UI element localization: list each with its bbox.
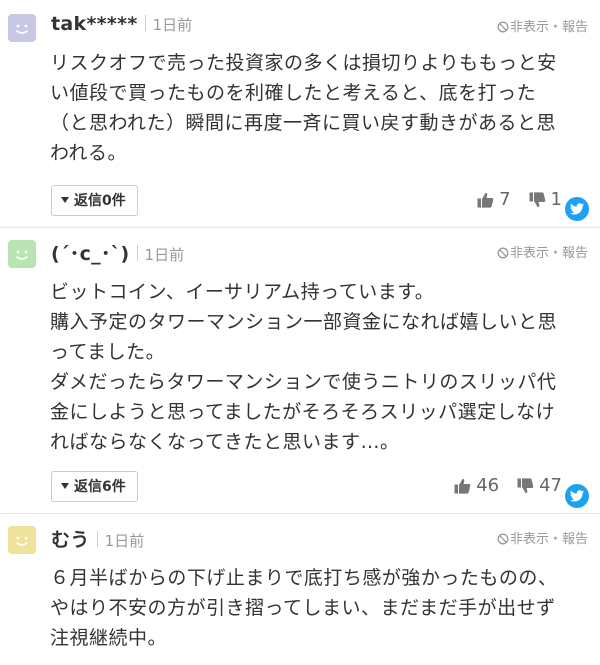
- comment-body: ビットコイン、イーサリアム持っています。 購入予定のタワーマンション一部資金にな…: [50, 277, 590, 457]
- smiley-avatar-icon: [8, 240, 36, 268]
- like-button[interactable]: 46: [454, 475, 499, 496]
- like-button[interactable]: 7: [477, 189, 511, 210]
- timestamp: 1日前: [144, 246, 185, 264]
- vote-bar: 71: [459, 189, 562, 210]
- hide-link[interactable]: 非表示: [510, 532, 549, 547]
- comment-author[interactable]: (´･c_･`) 1日前: [51, 239, 184, 266]
- report-menu: 非表示・報告: [497, 528, 588, 547]
- twitter-share-button[interactable]: [565, 484, 589, 508]
- caret-down-icon: [61, 197, 69, 203]
- dislike-count: 47: [539, 475, 562, 496]
- thumbs-down-icon: [529, 192, 545, 208]
- thumbs-down-icon: [517, 478, 534, 494]
- comment-line: い値段で買ったものを利確したと考えると、底を打った: [50, 82, 537, 104]
- twitter-share-button[interactable]: [565, 197, 589, 221]
- comment-item: tak***** 1日前 非表示・報告 リスクオフで売った投資家の多くは損切りより…: [0, 13, 600, 221]
- comment-line: 注視継続中。: [50, 627, 168, 649]
- reply-toggle-button[interactable]: 返信0件: [51, 185, 138, 216]
- comment-line: リスクオフで売った投資家の多くは損切りよりももっと安: [50, 52, 557, 74]
- timestamp: 1日前: [152, 16, 193, 34]
- dot-separator: ・: [548, 246, 562, 261]
- caret-down-icon: [61, 483, 69, 489]
- dislike-count: 1: [550, 189, 562, 210]
- dislike-button[interactable]: 47: [517, 475, 562, 496]
- divider: [96, 531, 98, 547]
- comment-line: ビットコイン、イーサリアム持っています。: [50, 281, 435, 303]
- timestamp: 1日前: [104, 532, 145, 550]
- comment-line: ダメだったらタワーマンションで使うニトリのスリッパ代: [50, 371, 557, 393]
- hide-link[interactable]: 非表示: [510, 20, 549, 35]
- dislike-button[interactable]: 1: [529, 189, 562, 210]
- comment-line: ってました。: [50, 341, 166, 363]
- comment-line: 購入予定のタワーマンション一部資金になれば嬉しいと思: [50, 311, 558, 333]
- comment-item: (´･c_･`) 1日前 非表示・報告 ビットコイン、イーサリアム持っています。 …: [0, 239, 600, 508]
- comment-line: （と思われた）瞬間に再度一斉に買い戻す動きがあると思: [50, 112, 557, 134]
- twitter-bird-icon: [570, 490, 584, 502]
- comment-line: やはり不安の方が引き摺ってしまい、まだまだ手が出せず: [50, 597, 556, 619]
- divider: [136, 245, 138, 261]
- comment-divider: [0, 227, 600, 228]
- username[interactable]: むう: [51, 529, 90, 551]
- comment-line: われる。: [50, 142, 128, 164]
- twitter-bird-icon: [570, 203, 584, 215]
- prohibited-icon: [497, 21, 509, 33]
- comment-author[interactable]: むう 1日前: [51, 525, 144, 552]
- comment-line: ６月半ばからの下げ止まりで底打ち感が強かったものの、: [50, 567, 558, 589]
- username[interactable]: tak*****: [51, 13, 138, 35]
- comment-item: むう 1日前 非表示・報告 ６月半ばからの下げ止まりで底打ち感が強かったものの、 …: [0, 526, 600, 665]
- like-count: 46: [476, 475, 500, 496]
- dot-separator: ・: [548, 532, 562, 547]
- dot-separator: ・: [548, 20, 562, 35]
- reply-count: 返信0件: [74, 193, 126, 209]
- smiley-avatar-icon: [8, 14, 36, 42]
- prohibited-icon: [497, 533, 509, 545]
- comment-line: 金にしようと思ってましたがそろそろスリッパ選定しなけ: [50, 401, 556, 423]
- comment-body: ６月半ばからの下げ止まりで底打ち感が強かったものの、 やはり不安の方が引き摺って…: [50, 563, 590, 653]
- report-link[interactable]: 報告: [562, 246, 588, 261]
- report-link[interactable]: 報告: [562, 20, 588, 35]
- thumbs-up-icon: [477, 192, 494, 208]
- divider: [144, 15, 146, 31]
- username[interactable]: (´･c_･`): [51, 243, 130, 265]
- report-menu: 非表示・報告: [497, 16, 588, 35]
- prohibited-icon: [497, 247, 509, 259]
- like-count: 7: [499, 189, 511, 210]
- comment-author[interactable]: tak***** 1日前: [51, 13, 192, 35]
- reply-count: 返信6件: [74, 479, 126, 495]
- comment-body: リスクオフで売った投資家の多くは損切りよりももっと安 い値段で買ったものを利確し…: [50, 48, 590, 168]
- report-menu: 非表示・報告: [497, 242, 588, 261]
- thumbs-up-icon: [454, 478, 471, 494]
- hide-link[interactable]: 非表示: [510, 246, 549, 261]
- reply-toggle-button[interactable]: 返信6件: [51, 471, 138, 502]
- comment-line: ればならなくなってきたと思います…。: [50, 431, 400, 453]
- vote-bar: 46 47: [436, 475, 562, 496]
- smiley-avatar-icon: [8, 526, 36, 554]
- comment-divider: [0, 513, 600, 514]
- report-link[interactable]: 報告: [562, 532, 588, 547]
